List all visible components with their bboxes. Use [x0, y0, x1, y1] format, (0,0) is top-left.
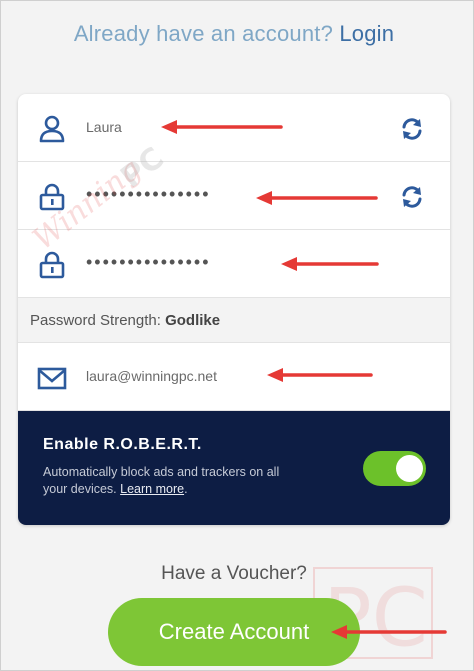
annotation-arrow [161, 120, 283, 134]
refresh-icon[interactable] [399, 116, 425, 142]
toggle-knob [396, 455, 423, 482]
signup-card: Laura ••••••••••••••• ••••••••••••••• Pa… [18, 94, 450, 525]
robert-toggle[interactable] [363, 451, 426, 486]
app-frame: Already have an account? Login Laura •••… [0, 0, 474, 671]
email-field[interactable]: laura@winningpc.net [18, 343, 450, 411]
learn-more-link[interactable]: Learn more [120, 482, 184, 496]
password-strength: Password Strength: Godlike [18, 298, 450, 343]
refresh-icon[interactable] [399, 184, 425, 210]
login-link[interactable]: Login [339, 21, 394, 46]
email-value: laura@winningpc.net [86, 368, 217, 384]
robert-title: Enable R.O.B.E.R.T. [43, 436, 202, 453]
robert-panel: Enable R.O.B.E.R.T. Automatically block … [18, 411, 450, 525]
annotation-arrow [256, 191, 378, 205]
mail-icon [37, 367, 67, 390]
password-value: ••••••••••••••• [86, 184, 211, 204]
user-icon [39, 115, 65, 143]
annotation-arrow [281, 257, 379, 271]
annotation-arrow [267, 368, 373, 382]
username-value: Laura [86, 119, 122, 135]
login-prompt-row: Already have an account? Login [1, 21, 467, 47]
robert-description: Automatically block ads and trackers on … [43, 465, 280, 496]
voucher-link[interactable]: Have a Voucher? [1, 563, 467, 585]
password-field[interactable]: ••••••••••••••• [18, 162, 450, 230]
confirm-password-value: ••••••••••••••• [86, 252, 211, 272]
strength-value: Godlike [165, 312, 221, 329]
login-prompt-text: Already have an account? [73, 21, 334, 46]
create-account-button[interactable]: Create Account [108, 598, 360, 666]
annotation-arrow [331, 625, 447, 639]
strength-label: Password Strength: [30, 312, 161, 329]
lock-icon [39, 251, 65, 279]
lock-icon [39, 183, 65, 211]
confirm-password-field[interactable]: ••••••••••••••• [18, 230, 450, 298]
